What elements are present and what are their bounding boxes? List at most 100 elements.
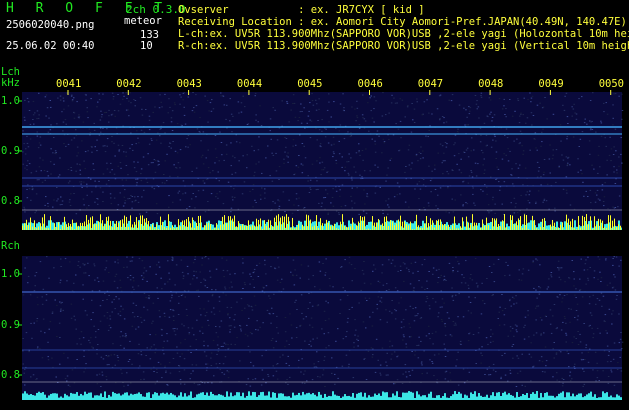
noise-dot: [42, 288, 45, 290]
level-bar: [362, 396, 364, 400]
noise-dot: [230, 113, 233, 115]
noise-dot: [449, 379, 452, 381]
noise-dot: [293, 102, 296, 104]
noise-dot: [377, 296, 380, 298]
noise-dot: [66, 280, 68, 282]
noise-dot: [583, 210, 585, 212]
noise-dot: [573, 208, 576, 210]
level-bar-peak: [186, 219, 187, 230]
level-bar-peak: [38, 226, 39, 230]
noise-dot: [228, 287, 231, 289]
noise-dot: [612, 264, 614, 266]
noise-dot: [428, 112, 430, 114]
level-bar: [144, 396, 146, 400]
noise-dot: [365, 379, 368, 380]
noise-dot: [553, 357, 555, 359]
noise-dot: [295, 299, 297, 301]
noise-dot: [363, 189, 365, 191]
noise-dot: [181, 323, 183, 325]
noise-dot: [76, 101, 78, 103]
noise-dot: [395, 310, 397, 312]
noise-dot: [133, 161, 135, 163]
noise-dot: [306, 380, 308, 382]
noise-dot: [480, 352, 482, 354]
noise-dot: [406, 106, 409, 108]
noise-dot: [578, 98, 580, 100]
noise-dot: [141, 260, 144, 262]
noise-dot: [75, 129, 77, 131]
level-bar: [214, 395, 216, 400]
noise-dot: [480, 313, 483, 315]
noise-dot: [232, 115, 234, 117]
noise-dot: [133, 280, 135, 282]
noise-dot: [494, 203, 496, 205]
noise-dot: [254, 95, 256, 97]
noise-dot: [334, 383, 336, 385]
level-bar: [544, 392, 546, 400]
noise-dot: [501, 158, 504, 160]
level-bar: [398, 397, 400, 400]
noise-dot: [388, 259, 390, 261]
noise-dot: [339, 103, 342, 105]
noise-dot: [174, 150, 177, 152]
noise-dot: [130, 382, 132, 384]
noise-dot: [300, 103, 302, 105]
noise-dot: [141, 108, 143, 110]
noise-dot: [558, 167, 560, 168]
noise-dot: [152, 178, 155, 180]
noise-dot: [374, 371, 377, 373]
level-bar: [166, 392, 168, 400]
noise-dot: [23, 372, 25, 374]
noise-dot: [562, 379, 565, 380]
noise-dot: [212, 108, 215, 110]
noise-dot: [616, 172, 618, 174]
noise-dot: [420, 340, 422, 342]
level-bar: [394, 395, 396, 400]
noise-dot: [278, 205, 281, 207]
noise-dot: [152, 111, 154, 113]
level-bar-peak: [166, 227, 167, 230]
noise-dot: [117, 94, 119, 95]
noise-dot: [343, 107, 345, 109]
noise-dot: [160, 363, 162, 365]
noise-dot: [412, 308, 414, 309]
noise-dot: [511, 168, 513, 170]
level-bar-peak: [544, 217, 545, 230]
noise-dot: [591, 164, 593, 166]
noise-dot: [274, 202, 276, 204]
noise-dot: [65, 123, 67, 125]
level-bar-peak: [316, 215, 317, 230]
noise-dot: [283, 162, 285, 164]
noise-dot: [321, 161, 324, 163]
noise-dot: [416, 183, 419, 185]
level-bar-peak: [514, 224, 515, 230]
level-bar-peak: [148, 220, 149, 230]
level-bar-peak: [110, 220, 111, 230]
noise-dot: [356, 100, 358, 102]
noise-dot: [67, 384, 70, 386]
noise-dot: [108, 109, 110, 111]
noise-dot: [605, 259, 607, 261]
noise-dot: [520, 279, 523, 281]
noise-dot: [106, 145, 108, 147]
noise-dot: [363, 170, 366, 172]
noise-dot: [129, 92, 131, 94]
noise-dot: [432, 343, 434, 345]
noise-dot: [332, 156, 334, 158]
noise-dot: [222, 363, 225, 365]
level-bar: [620, 397, 622, 400]
noise-dot: [400, 327, 403, 329]
noise-dot: [582, 368, 584, 370]
noise-dot: [137, 353, 140, 355]
level-bar: [396, 391, 398, 400]
noise-dot: [100, 131, 102, 133]
noise-dot: [143, 306, 145, 308]
noise-dot: [201, 326, 203, 328]
noise-dot: [417, 160, 419, 162]
level-bar-peak: [194, 227, 195, 230]
noise-dot: [171, 294, 173, 296]
noise-dot: [116, 287, 119, 289]
noise-dot: [106, 312, 109, 313]
noise-dot: [318, 98, 320, 100]
noise-dot: [509, 300, 511, 302]
